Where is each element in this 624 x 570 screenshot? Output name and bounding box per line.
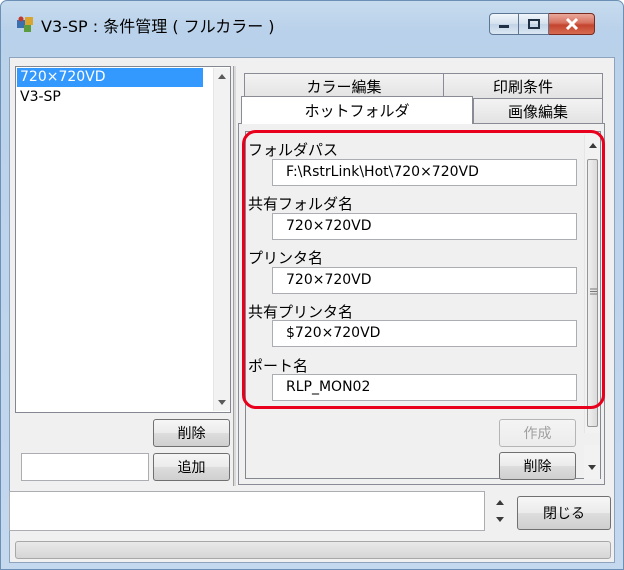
close-window-button[interactable] [549, 13, 595, 35]
port-name-label: ポート名 [248, 357, 309, 375]
create-button[interactable]: 作成 [499, 419, 576, 447]
printer-name-field[interactable]: 720×720VD [272, 267, 577, 294]
status-bar [15, 541, 611, 559]
window-title: V3-SP : 条件管理 ( フルカラー ) [41, 17, 275, 36]
grip-icon [590, 288, 597, 295]
puzzle-app-icon [17, 16, 33, 32]
tab-hot-folder[interactable]: ホットフォルダ [241, 96, 473, 124]
printer-name-label: プリンタ名 [248, 249, 324, 267]
scroll-down-icon[interactable] [214, 394, 230, 411]
shared-printer-name-field[interactable]: $720×720VD [272, 320, 577, 347]
delete-settings-button[interactable]: 削除 [499, 452, 576, 480]
list-scrollbar[interactable] [213, 68, 230, 411]
close-icon [565, 18, 578, 30]
delete-condition-button[interactable]: 削除 [153, 419, 230, 447]
title-bar[interactable]: V3-SP : 条件管理 ( フルカラー ) [1, 1, 623, 45]
scroll-up-icon[interactable] [585, 137, 600, 154]
message-field[interactable] [9, 491, 485, 531]
splitter[interactable] [233, 66, 236, 486]
condition-list[interactable]: 720×720VD V3-SP [15, 66, 231, 413]
add-condition-button[interactable]: 追加 [153, 453, 230, 481]
list-item[interactable]: 720×720VD [17, 68, 203, 87]
port-name-field[interactable]: RLP_MON02 [272, 374, 577, 401]
scrollbar-thumb[interactable] [587, 159, 598, 427]
tab-image-edit[interactable]: 画像編集 [473, 98, 603, 124]
list-item[interactable]: V3-SP [17, 88, 203, 107]
maximize-button[interactable] [519, 13, 549, 35]
folder-path-label: フォルダパス [248, 141, 339, 159]
new-condition-input[interactable] [21, 453, 149, 481]
close-button[interactable]: 閉じる [517, 496, 611, 530]
minimize-button[interactable] [489, 13, 519, 35]
scroll-up-icon[interactable] [214, 68, 230, 85]
panel-scrollbar[interactable] [584, 135, 600, 433]
main-window: V3-SP : 条件管理 ( フルカラー ) 720×720VD V3-SP 削… [0, 0, 624, 570]
minimize-icon [499, 25, 509, 28]
maximize-icon [527, 19, 540, 29]
folder-path-field[interactable]: F:\RstrLink\Hot\720×720VD [272, 159, 577, 186]
shared-folder-name-field[interactable]: 720×720VD [272, 213, 577, 240]
shared-folder-name-label: 共有フォルダ名 [248, 195, 354, 213]
shared-printer-name-label: 共有プリンタ名 [248, 303, 354, 321]
scroll-down-icon[interactable] [584, 445, 600, 479]
message-spinner[interactable] [487, 491, 513, 531]
